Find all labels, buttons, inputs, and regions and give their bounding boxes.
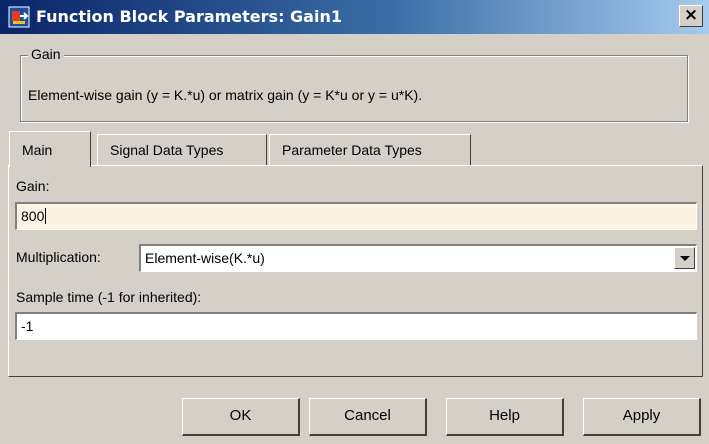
chevron-down-icon[interactable] — [674, 247, 695, 269]
simulink-block-icon — [8, 6, 30, 28]
window-title: Function Block Parameters: Gain1 — [36, 7, 342, 26]
tab-main-label: Main — [22, 142, 53, 158]
multiplication-select[interactable]: Element-wise(K.*u) — [139, 244, 697, 272]
sample-time-input[interactable]: -1 — [15, 312, 697, 340]
close-icon: × — [683, 5, 699, 25]
ok-button-label: OK — [229, 407, 252, 424]
sample-time-value: -1 — [21, 318, 34, 334]
multiplication-label: Multiplication: — [16, 249, 101, 265]
apply-button[interactable]: Apply — [583, 398, 701, 436]
groupbox-legend: Gain — [28, 46, 64, 62]
title-bar[interactable]: Function Block Parameters: Gain1 × — [0, 0, 709, 34]
tab-signal-data-types-label: Signal Data Types — [110, 142, 224, 158]
gain-label: Gain: — [16, 178, 50, 194]
block-description: Element-wise gain (y = K.*u) or matrix g… — [28, 87, 423, 103]
cancel-button-label: Cancel — [344, 407, 391, 424]
help-button[interactable]: Help — [446, 398, 564, 436]
help-button-label: Help — [489, 407, 520, 424]
gain-value: 800 — [21, 208, 45, 224]
close-button[interactable]: × — [679, 5, 703, 27]
ok-button[interactable]: OK — [182, 398, 300, 436]
gain-input[interactable]: 800 — [15, 202, 697, 230]
cancel-button[interactable]: Cancel — [309, 398, 427, 436]
tab-parameter-data-types-label: Parameter Data Types — [282, 142, 422, 158]
tab-parameter-data-types[interactable]: Parameter Data Types — [269, 134, 471, 166]
multiplication-value: Element-wise(K.*u) — [145, 250, 265, 266]
apply-button-label: Apply — [622, 407, 661, 424]
tab-signal-data-types[interactable]: Signal Data Types — [97, 134, 267, 166]
text-caret — [45, 208, 47, 224]
sample-time-label: Sample time (-1 for inherited): — [16, 289, 202, 305]
tab-main[interactable]: Main — [9, 131, 91, 167]
